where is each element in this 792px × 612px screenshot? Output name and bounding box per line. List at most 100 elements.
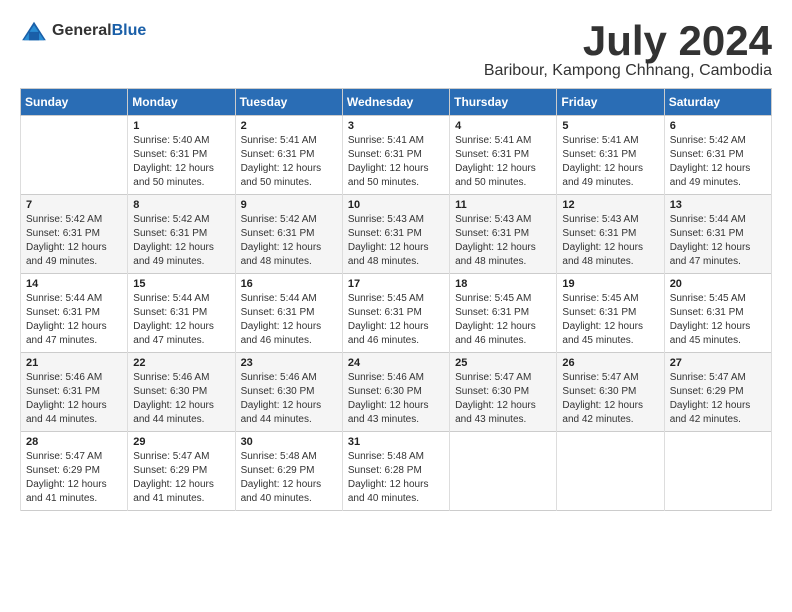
day-cell: 15 Sunrise: 5:44 AM Sunset: 6:31 PM Dayli…	[128, 274, 235, 353]
day-info: Sunrise: 5:47 AM Sunset: 6:30 PM Dayligh…	[455, 371, 551, 427]
day-info: Sunrise: 5:40 AM Sunset: 6:31 PM Dayligh…	[133, 134, 229, 190]
day-info: Sunrise: 5:43 AM Sunset: 6:31 PM Dayligh…	[562, 213, 658, 269]
day-cell: 5Sunrise: 5:41 AM Sunset: 6:31 PM Daylig…	[557, 116, 664, 195]
day-info: Sunrise: 5:46 AM Sunset: 6:30 PM Dayligh…	[348, 371, 444, 427]
day-cell	[450, 432, 557, 511]
day-info: Sunrise: 5:42 AM Sunset: 6:31 PM Dayligh…	[670, 134, 766, 190]
title-block: July 2024 Baribour, Kampong Chhnang, Cam…	[484, 20, 772, 80]
calendar-header: SundayMondayTuesdayWednesdayThursdayFrid…	[21, 89, 772, 116]
day-cell: 14 Sunrise: 5:44 AM Sunset: 6:31 PM Dayli…	[21, 274, 128, 353]
day-number: 15	[133, 278, 229, 290]
day-cell: 12 Sunrise: 5:43 AM Sunset: 6:31 PM Dayli…	[557, 195, 664, 274]
logo: GeneralBlue	[20, 20, 146, 42]
day-cell: 4Sunrise: 5:41 AM Sunset: 6:31 PM Daylig…	[450, 116, 557, 195]
day-info: Sunrise: 5:45 AM Sunset: 6:31 PM Dayligh…	[455, 292, 551, 348]
day-info: Sunrise: 5:45 AM Sunset: 6:31 PM Dayligh…	[348, 292, 444, 348]
day-cell: 27 Sunrise: 5:47 AM Sunset: 6:29 PM Dayli…	[664, 353, 771, 432]
day-number: 27	[670, 357, 766, 369]
day-cell: 28 Sunrise: 5:47 AM Sunset: 6:29 PM Dayli…	[21, 432, 128, 511]
day-info: Sunrise: 5:48 AM Sunset: 6:28 PM Dayligh…	[348, 450, 444, 506]
day-number: 20	[670, 278, 766, 290]
day-cell: 19 Sunrise: 5:45 AM Sunset: 6:31 PM Dayli…	[557, 274, 664, 353]
day-number: 30	[241, 436, 337, 448]
header-day-monday: Monday	[128, 89, 235, 116]
day-number: 8	[133, 199, 229, 211]
day-cell: 11 Sunrise: 5:43 AM Sunset: 6:31 PM Dayli…	[450, 195, 557, 274]
day-number: 17	[348, 278, 444, 290]
day-info: Sunrise: 5:46 AM Sunset: 6:30 PM Dayligh…	[133, 371, 229, 427]
day-number: 31	[348, 436, 444, 448]
day-number: 11	[455, 199, 551, 211]
day-number: 6	[670, 120, 766, 132]
day-info: Sunrise: 5:43 AM Sunset: 6:31 PM Dayligh…	[455, 213, 551, 269]
day-number: 21	[26, 357, 122, 369]
day-info: Sunrise: 5:46 AM Sunset: 6:31 PM Dayligh…	[26, 371, 122, 427]
day-cell: 24Sunrise: 5:46 AM Sunset: 6:30 PM Dayli…	[342, 353, 449, 432]
day-info: Sunrise: 5:44 AM Sunset: 6:31 PM Dayligh…	[241, 292, 337, 348]
day-info: Sunrise: 5:47 AM Sunset: 6:29 PM Dayligh…	[133, 450, 229, 506]
day-cell: 25 Sunrise: 5:47 AM Sunset: 6:30 PM Dayli…	[450, 353, 557, 432]
day-number: 2	[241, 120, 337, 132]
header-day-sunday: Sunday	[21, 89, 128, 116]
header-day-tuesday: Tuesday	[235, 89, 342, 116]
day-info: Sunrise: 5:44 AM Sunset: 6:31 PM Dayligh…	[26, 292, 122, 348]
day-number: 1	[133, 120, 229, 132]
day-number: 25	[455, 357, 551, 369]
header-day-thursday: Thursday	[450, 89, 557, 116]
day-cell: 21 Sunrise: 5:46 AM Sunset: 6:31 PM Dayli…	[21, 353, 128, 432]
day-cell: 13Sunrise: 5:44 AM Sunset: 6:31 PM Dayli…	[664, 195, 771, 274]
day-info: Sunrise: 5:48 AM Sunset: 6:29 PM Dayligh…	[241, 450, 337, 506]
day-cell	[21, 116, 128, 195]
day-info: Sunrise: 5:45 AM Sunset: 6:31 PM Dayligh…	[670, 292, 766, 348]
day-info: Sunrise: 5:47 AM Sunset: 6:29 PM Dayligh…	[670, 371, 766, 427]
day-number: 23	[241, 357, 337, 369]
week-row-1: 7 Sunrise: 5:42 AM Sunset: 6:31 PM Daylig…	[21, 195, 772, 274]
day-cell: 10 Sunrise: 5:43 AM Sunset: 6:31 PM Dayli…	[342, 195, 449, 274]
logo-text-blue: Blue	[112, 22, 147, 39]
day-cell: 22Sunrise: 5:46 AM Sunset: 6:30 PM Dayli…	[128, 353, 235, 432]
day-cell: 16Sunrise: 5:44 AM Sunset: 6:31 PM Dayli…	[235, 274, 342, 353]
day-cell: 9Sunrise: 5:42 AM Sunset: 6:31 PM Daylig…	[235, 195, 342, 274]
day-info: Sunrise: 5:41 AM Sunset: 6:31 PM Dayligh…	[348, 134, 444, 190]
day-cell: 3 Sunrise: 5:41 AM Sunset: 6:31 PM Daylig…	[342, 116, 449, 195]
week-row-0: 1 Sunrise: 5:40 AM Sunset: 6:31 PM Daylig…	[21, 116, 772, 195]
week-row-4: 28 Sunrise: 5:47 AM Sunset: 6:29 PM Dayli…	[21, 432, 772, 511]
day-number: 19	[562, 278, 658, 290]
day-number: 12	[562, 199, 658, 211]
day-info: Sunrise: 5:47 AM Sunset: 6:30 PM Dayligh…	[562, 371, 658, 427]
day-cell: 30 Sunrise: 5:48 AM Sunset: 6:29 PM Dayli…	[235, 432, 342, 511]
day-info: Sunrise: 5:44 AM Sunset: 6:31 PM Dayligh…	[133, 292, 229, 348]
month-title: July 2024	[484, 20, 772, 62]
day-info: Sunrise: 5:47 AM Sunset: 6:29 PM Dayligh…	[26, 450, 122, 506]
day-info: Sunrise: 5:41 AM Sunset: 6:31 PM Dayligh…	[241, 134, 337, 190]
day-cell: 2 Sunrise: 5:41 AM Sunset: 6:31 PM Daylig…	[235, 116, 342, 195]
logo-text-general: General	[52, 22, 112, 39]
day-number: 7	[26, 199, 122, 211]
day-number: 13	[670, 199, 766, 211]
day-cell: 8 Sunrise: 5:42 AM Sunset: 6:31 PM Daylig…	[128, 195, 235, 274]
day-number: 14	[26, 278, 122, 290]
day-cell: 26Sunrise: 5:47 AM Sunset: 6:30 PM Dayli…	[557, 353, 664, 432]
header-row: SundayMondayTuesdayWednesdayThursdayFrid…	[21, 89, 772, 116]
day-number: 3	[348, 120, 444, 132]
day-info: Sunrise: 5:43 AM Sunset: 6:31 PM Dayligh…	[348, 213, 444, 269]
day-number: 10	[348, 199, 444, 211]
day-cell: 20 Sunrise: 5:45 AM Sunset: 6:31 PM Dayli…	[664, 274, 771, 353]
day-number: 5	[562, 120, 658, 132]
day-cell	[557, 432, 664, 511]
day-cell: 6 Sunrise: 5:42 AM Sunset: 6:31 PM Daylig…	[664, 116, 771, 195]
day-cell: 1 Sunrise: 5:40 AM Sunset: 6:31 PM Daylig…	[128, 116, 235, 195]
day-cell: 23 Sunrise: 5:46 AM Sunset: 6:30 PM Dayli…	[235, 353, 342, 432]
day-cell: 17 Sunrise: 5:45 AM Sunset: 6:31 PM Dayli…	[342, 274, 449, 353]
day-cell: 31 Sunrise: 5:48 AM Sunset: 6:28 PM Dayli…	[342, 432, 449, 511]
day-info: Sunrise: 5:46 AM Sunset: 6:30 PM Dayligh…	[241, 371, 337, 427]
day-number: 28	[26, 436, 122, 448]
day-info: Sunrise: 5:42 AM Sunset: 6:31 PM Dayligh…	[241, 213, 337, 269]
day-info: Sunrise: 5:45 AM Sunset: 6:31 PM Dayligh…	[562, 292, 658, 348]
day-info: Sunrise: 5:41 AM Sunset: 6:31 PM Dayligh…	[455, 134, 551, 190]
header-day-wednesday: Wednesday	[342, 89, 449, 116]
logo-icon	[20, 20, 48, 42]
day-info: Sunrise: 5:42 AM Sunset: 6:31 PM Dayligh…	[133, 213, 229, 269]
calendar-table: SundayMondayTuesdayWednesdayThursdayFrid…	[20, 88, 772, 511]
header-day-saturday: Saturday	[664, 89, 771, 116]
